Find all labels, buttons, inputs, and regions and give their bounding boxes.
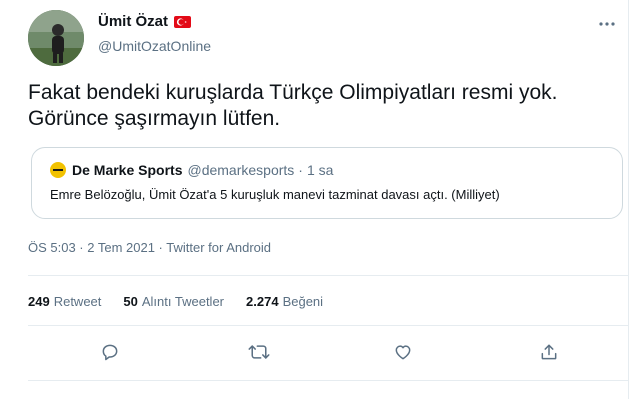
reply-icon[interactable] — [96, 338, 124, 366]
author-display-name[interactable]: Ümit Özat — [98, 13, 168, 30]
turkey-flag-icon — [174, 15, 192, 28]
quoted-tweet-header: De Marke Sports @demarkesports · 1 sa — [50, 162, 333, 178]
divider — [28, 325, 628, 326]
tweet-text: Fakat bendeki kuruşlarda Türkçe Olimpiya… — [28, 81, 558, 130]
share-icon[interactable] — [535, 338, 563, 366]
retweet-count-label: Retweet — [53, 294, 102, 309]
quoted-time: 1 sa — [306, 162, 334, 178]
column-border — [628, 0, 629, 399]
more-icon[interactable] — [598, 14, 616, 32]
divider — [28, 275, 628, 276]
avatar[interactable] — [28, 10, 84, 66]
tweet-card: Ümit Özat @UmitOzatOnline Fakat bendeki … — [0, 0, 640, 399]
quoted-avatar — [50, 162, 66, 178]
quoted-author-handle: @demarkesports — [187, 162, 295, 178]
quote-count-label: Alıntı Tweetler — [141, 294, 225, 309]
retweet-count[interactable]: 249 Retweet — [28, 294, 101, 309]
tweet-timestamp[interactable]: ÖS 5:03 · 2 Tem 2021 · Twitter for Andro… — [28, 240, 271, 255]
retweet-icon[interactable] — [245, 338, 273, 366]
quoted-text: Emre Belözoğlu, Ümit Özat'a 5 kuruşluk m… — [50, 187, 500, 202]
like-icon[interactable] — [389, 338, 417, 366]
quoted-author-name: De Marke Sports — [72, 162, 183, 178]
action-bar — [0, 338, 628, 366]
tweet-stats: 249 Retweet 50 Alıntı Tweetler 2.274 Beğeni — [28, 294, 345, 309]
author-name-row[interactable]: Ümit Özat — [98, 13, 192, 30]
quoted-separator: · — [298, 162, 303, 178]
quoted-tweet[interactable]: De Marke Sports @demarkesports · 1 sa Em… — [31, 147, 623, 219]
like-count-label: Beğeni — [282, 294, 324, 309]
like-count[interactable]: 2.274 Beğeni — [246, 294, 323, 309]
like-count-value: 2.274 — [246, 294, 279, 309]
retweet-count-value: 249 — [28, 294, 50, 309]
divider — [28, 380, 628, 381]
quote-count-value: 50 — [123, 294, 138, 309]
author-handle[interactable]: @UmitOzatOnline — [98, 38, 211, 54]
quote-count[interactable]: 50 Alıntı Tweetler — [123, 294, 224, 309]
